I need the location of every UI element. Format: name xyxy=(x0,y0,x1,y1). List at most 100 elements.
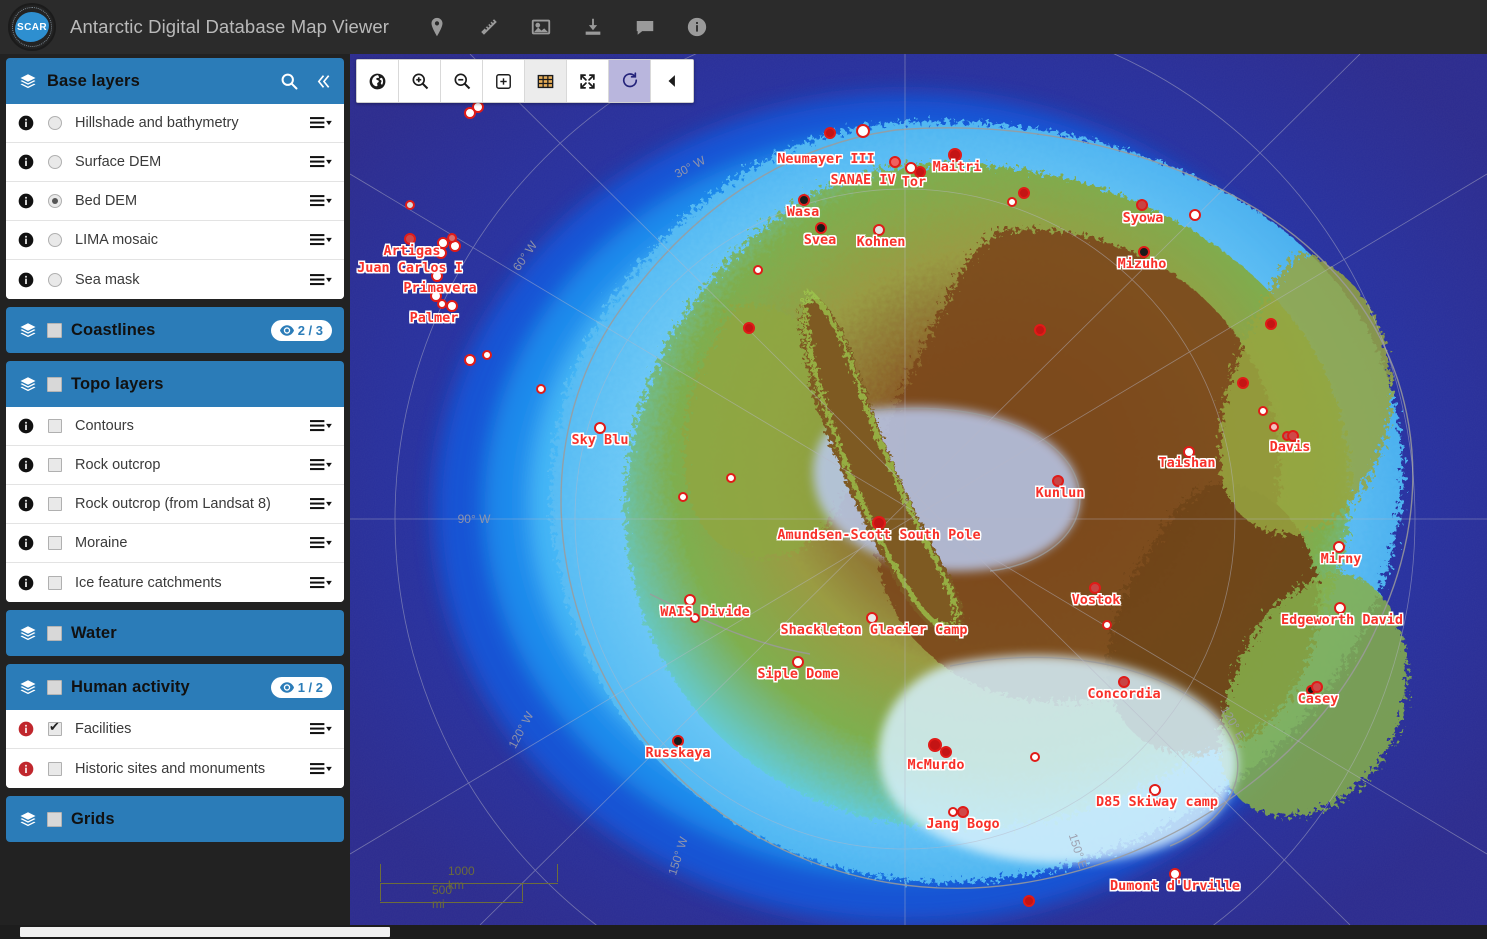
facility-marker[interactable] xyxy=(1138,246,1150,258)
facility-marker[interactable] xyxy=(726,473,736,483)
facility-marker[interactable] xyxy=(940,746,952,758)
facility-marker[interactable] xyxy=(1189,209,1201,221)
facility-marker[interactable] xyxy=(1007,197,1017,207)
layer-checkbox[interactable] xyxy=(48,722,62,736)
facility-marker[interactable] xyxy=(1334,602,1346,614)
facility-marker[interactable] xyxy=(536,384,546,394)
layer-row[interactable]: LIMA mosaic xyxy=(6,221,344,260)
layer-info-icon[interactable] xyxy=(18,272,34,288)
facility-marker[interactable] xyxy=(1089,582,1101,594)
facility-marker[interactable] xyxy=(446,300,458,312)
facility-marker[interactable] xyxy=(957,806,969,818)
facility-marker[interactable] xyxy=(678,492,688,502)
info-icon[interactable] xyxy=(685,15,709,39)
group-checkbox-water[interactable] xyxy=(47,626,62,641)
facility-marker[interactable] xyxy=(1333,541,1345,553)
layer-row[interactable]: Bed DEM xyxy=(6,182,344,221)
facility-marker[interactable] xyxy=(1136,199,1148,211)
facility-marker[interactable] xyxy=(690,613,700,623)
layer-menu-icon[interactable] xyxy=(310,155,332,169)
facility-marker[interactable] xyxy=(1034,324,1046,336)
layers-sidebar[interactable]: Base layersHillshade and bathymetrySurfa… xyxy=(0,54,350,925)
group-header-coastlines[interactable]: Coastlines2 / 3 xyxy=(6,307,344,353)
layer-menu-icon[interactable] xyxy=(310,762,332,776)
layer-menu-icon[interactable] xyxy=(310,576,332,590)
layer-menu-icon[interactable] xyxy=(310,194,332,208)
layer-menu-icon[interactable] xyxy=(310,536,332,550)
group-header-human-activity[interactable]: Human activity1 / 2 xyxy=(6,664,344,710)
facility-marker[interactable] xyxy=(743,322,755,334)
layer-row[interactable]: Rock outcrop xyxy=(6,446,344,485)
layer-menu-icon[interactable] xyxy=(310,497,332,511)
layer-row[interactable]: Historic sites and monuments xyxy=(6,749,344,788)
group-checkbox-coastlines[interactable] xyxy=(47,323,62,338)
facility-marker[interactable] xyxy=(1052,475,1064,487)
ruler-icon[interactable] xyxy=(477,15,501,39)
facility-marker[interactable] xyxy=(792,656,804,668)
layer-info-icon[interactable] xyxy=(18,535,34,551)
layer-radio[interactable] xyxy=(48,194,62,208)
layer-row[interactable]: Hillshade and bathymetry xyxy=(6,104,344,143)
layer-row[interactable]: Sea mask xyxy=(6,260,344,299)
facility-marker[interactable] xyxy=(889,156,901,168)
layer-row[interactable]: Surface DEM xyxy=(6,143,344,182)
facility-marker[interactable] xyxy=(1149,784,1161,796)
layer-info-icon[interactable] xyxy=(18,418,34,434)
facility-marker[interactable] xyxy=(1258,406,1268,416)
map-pin-icon[interactable] xyxy=(425,15,449,39)
facility-marker[interactable] xyxy=(447,233,457,243)
globe-icon[interactable] xyxy=(357,60,399,102)
zoom-out-icon[interactable] xyxy=(441,60,483,102)
map-toolbar[interactable] xyxy=(356,59,694,103)
layer-info-icon[interactable] xyxy=(18,496,34,512)
facility-marker[interactable] xyxy=(928,738,942,752)
layer-info-icon[interactable] xyxy=(18,457,34,473)
facility-marker[interactable] xyxy=(1169,868,1181,880)
layer-menu-icon[interactable] xyxy=(310,419,332,433)
layer-menu-icon[interactable] xyxy=(310,233,332,247)
facility-marker[interactable] xyxy=(866,612,878,624)
collapse-sidebar-icon[interactable] xyxy=(313,72,332,91)
layer-info-icon[interactable] xyxy=(18,115,34,131)
zoom-box-icon[interactable] xyxy=(483,60,525,102)
refresh-icon[interactable] xyxy=(609,60,651,102)
layer-menu-icon[interactable] xyxy=(310,116,332,130)
facility-marker[interactable] xyxy=(1269,422,1279,432)
facility-marker[interactable] xyxy=(1030,752,1040,762)
facility-marker[interactable] xyxy=(482,350,492,360)
facility-marker[interactable] xyxy=(672,735,684,747)
map-viewport[interactable]: Neumayer IIISANAE IVTorMaitriWasaSveaKoh… xyxy=(350,54,1487,925)
facility-marker[interactable] xyxy=(435,247,447,259)
comment-icon[interactable] xyxy=(633,15,657,39)
facility-marker[interactable] xyxy=(1311,681,1323,693)
layer-radio[interactable] xyxy=(48,155,62,169)
group-checkbox-topo-layers[interactable] xyxy=(47,377,62,392)
layer-radio[interactable] xyxy=(48,233,62,247)
layer-checkbox[interactable] xyxy=(48,576,62,590)
layer-radio[interactable] xyxy=(48,273,62,287)
layer-info-icon[interactable] xyxy=(18,232,34,248)
facility-marker[interactable] xyxy=(1102,620,1112,630)
zoom-in-icon[interactable] xyxy=(399,60,441,102)
group-header-topo-layers[interactable]: Topo layers xyxy=(6,361,344,407)
facility-marker[interactable] xyxy=(1183,446,1195,458)
layer-info-icon[interactable] xyxy=(18,154,34,170)
facility-marker[interactable] xyxy=(684,594,696,606)
layer-checkbox[interactable] xyxy=(48,497,62,511)
facility-marker[interactable] xyxy=(753,265,763,275)
group-checkbox-grids[interactable] xyxy=(47,812,62,827)
collapse-left-icon[interactable] xyxy=(651,60,693,102)
group-header-water[interactable]: Water xyxy=(6,610,344,656)
facility-marker[interactable] xyxy=(404,233,416,245)
facility-marker[interactable] xyxy=(464,354,476,366)
group-header-grids[interactable]: Grids xyxy=(6,796,344,842)
facility-marker[interactable] xyxy=(405,200,415,210)
layer-checkbox[interactable] xyxy=(48,536,62,550)
scrollbar-thumb[interactable] xyxy=(20,927,390,937)
scar-logo[interactable]: SCAR xyxy=(0,0,64,54)
fullscreen-icon[interactable] xyxy=(567,60,609,102)
facility-marker[interactable] xyxy=(1287,430,1299,442)
facility-marker[interactable] xyxy=(1237,377,1249,389)
layer-menu-icon[interactable] xyxy=(310,273,332,287)
group-checkbox-human-activity[interactable] xyxy=(47,680,62,695)
